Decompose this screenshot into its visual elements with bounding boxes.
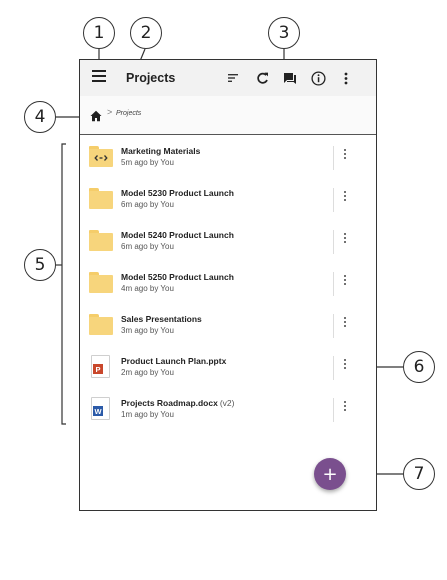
item-name: Sales Presentations: [121, 314, 202, 324]
more-vertical-icon[interactable]: [342, 149, 348, 163]
word-file-icon: W: [89, 397, 113, 420]
row-divider: [333, 272, 334, 296]
folder-icon: [89, 188, 113, 210]
breadcrumb: > Projects: [80, 96, 376, 135]
list-item[interactable]: Marketing Materials 5m ago by You: [80, 138, 376, 178]
row-divider: [333, 398, 334, 422]
sort-icon[interactable]: [226, 70, 242, 86]
more-vertical-icon[interactable]: [342, 401, 348, 415]
item-meta: 6m ago by You: [121, 242, 174, 251]
app-screen: Projects > Projects Marketing Materials …: [79, 59, 377, 511]
item-name: Marketing Materials: [121, 146, 201, 156]
row-divider: [333, 230, 334, 254]
row-divider: [333, 146, 334, 170]
item-name-text: Projects Roadmap.docx: [121, 398, 218, 408]
shared-folder-icon: [89, 146, 113, 168]
row-divider: [333, 188, 334, 212]
row-divider: [333, 356, 334, 380]
callout-4: 4: [24, 101, 56, 133]
menu-icon[interactable]: [92, 70, 106, 84]
toolbar-actions: [226, 68, 354, 88]
item-meta: 3m ago by You: [121, 326, 174, 335]
breadcrumb-current[interactable]: Projects: [116, 110, 141, 117]
item-version: (v2): [219, 398, 235, 408]
item-name: Model 5250 Product Launch: [121, 272, 234, 282]
callout-7: 7: [403, 458, 435, 490]
item-name: Projects Roadmap.docx (v2): [121, 398, 234, 408]
app-bar: Projects: [80, 60, 376, 97]
item-meta: 4m ago by You: [121, 284, 174, 293]
file-type-badge: W: [93, 406, 103, 416]
page-title: Projects: [126, 71, 176, 85]
comments-icon[interactable]: [282, 70, 298, 86]
refresh-icon[interactable]: [254, 70, 270, 86]
more-vertical-icon[interactable]: [342, 317, 348, 331]
callout-3: 3: [268, 17, 300, 49]
item-meta: 2m ago by You: [121, 368, 174, 377]
item-meta: 1m ago by You: [121, 410, 174, 419]
folder-icon: [89, 230, 113, 252]
more-vertical-icon[interactable]: [342, 191, 348, 205]
breadcrumb-separator: >: [107, 107, 113, 117]
more-vertical-icon[interactable]: [342, 359, 348, 373]
list-item[interactable]: Model 5240 Product Launch 6m ago by You: [80, 222, 376, 262]
list-item[interactable]: P Product Launch Plan.pptx 2m ago by You: [80, 348, 376, 388]
powerpoint-file-icon: P: [89, 355, 113, 378]
callout-6: 6: [403, 351, 435, 383]
home-icon[interactable]: [90, 109, 102, 122]
row-divider: [333, 314, 334, 338]
add-button[interactable]: +: [314, 458, 346, 490]
folder-icon: [89, 314, 113, 336]
callout-1: 1: [83, 17, 115, 49]
list-item[interactable]: Sales Presentations 3m ago by You: [80, 306, 376, 346]
item-meta: 5m ago by You: [121, 158, 174, 167]
item-name: Model 5230 Product Launch: [121, 188, 234, 198]
folder-icon: [89, 272, 113, 294]
list-item[interactable]: Model 5250 Product Launch 4m ago by You: [80, 264, 376, 304]
item-name: Product Launch Plan.pptx: [121, 356, 227, 366]
callout-5: 5: [24, 249, 56, 281]
more-vertical-icon[interactable]: [342, 275, 348, 289]
more-vertical-icon[interactable]: [342, 233, 348, 247]
file-type-badge: P: [93, 364, 103, 374]
item-meta: 6m ago by You: [121, 200, 174, 209]
list-item[interactable]: W Projects Roadmap.docx (v2) 1m ago by Yo…: [80, 390, 376, 430]
callout-2: 2: [130, 17, 162, 49]
more-vertical-icon[interactable]: [338, 70, 354, 86]
info-icon[interactable]: [310, 70, 326, 86]
item-name: Model 5240 Product Launch: [121, 230, 234, 240]
list-item[interactable]: Model 5230 Product Launch 6m ago by You: [80, 180, 376, 220]
